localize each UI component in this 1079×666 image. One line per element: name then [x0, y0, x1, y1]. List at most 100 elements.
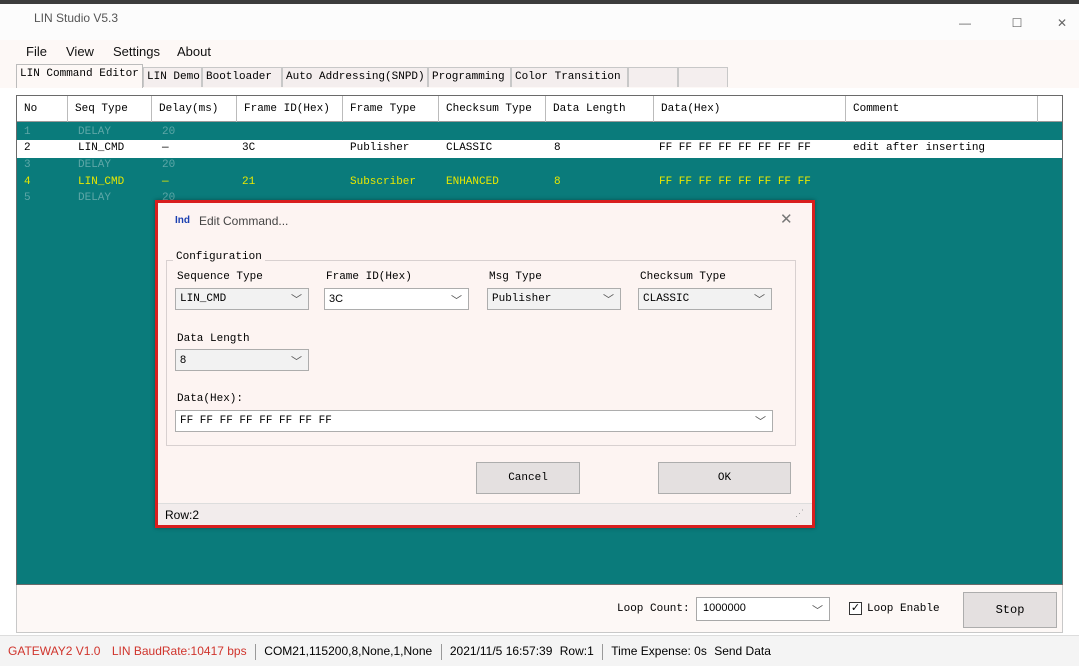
- status-separator: [254, 643, 256, 660]
- col-header-seq-type[interactable]: Seq Type: [68, 96, 152, 122]
- cell-frame-id: 3C: [242, 142, 256, 154]
- status-action: Send Data: [714, 644, 771, 658]
- col-header-checksum-type[interactable]: Checksum Type: [439, 96, 546, 122]
- status-port: COM21,115200,8,None,1,None: [264, 644, 433, 658]
- tab-color-transition[interactable]: Color Transition: [511, 67, 628, 87]
- data-hex-label: Data(Hex):: [177, 393, 244, 405]
- col-header-comment[interactable]: Comment: [846, 96, 1038, 122]
- cell-no: 3: [24, 159, 31, 171]
- cell-seq-type: LIN_CMD: [78, 142, 125, 154]
- cell-delay: —: [162, 142, 169, 154]
- sequence-type-label: Sequence Type: [177, 271, 263, 283]
- frame-id-value: 3C: [329, 293, 344, 305]
- resize-grip-icon[interactable]: ⋰: [795, 508, 804, 519]
- cell-no: 5: [24, 192, 31, 204]
- menu-view[interactable]: View: [66, 44, 94, 59]
- table-row-selected[interactable]: 2 LIN_CMD — 3C Publisher CLASSIC 8 FF FF…: [17, 140, 1062, 158]
- cell-frame-type: Publisher: [350, 142, 410, 154]
- cell-seq-type: DELAY: [78, 159, 112, 171]
- cell-no: 4: [24, 176, 31, 188]
- msg-type-select[interactable]: Publisher ﹀: [487, 288, 621, 310]
- cell-seq-type: DELAY: [78, 126, 112, 138]
- frame-id-combo[interactable]: 3C ﹀: [324, 288, 469, 310]
- stop-button[interactable]: Stop: [963, 592, 1057, 628]
- chevron-down-icon: ﹀: [812, 605, 823, 617]
- cell-checksum-type: ENHANCED: [446, 176, 499, 188]
- table-row[interactable]: 4 LIN_CMD — 21 Subscriber ENHANCED 8 FF …: [17, 174, 1062, 191]
- grid-header: No Seq Type Delay(ms) Frame ID(Hex) Fram…: [17, 96, 1062, 122]
- loop-enable-checkbox[interactable]: ✓: [849, 602, 862, 615]
- dialog-status-bar: Row:2 ⋰: [158, 503, 812, 525]
- cell-frame-id: 21: [242, 176, 256, 188]
- dialog-close-icon[interactable]: ✕: [780, 210, 793, 228]
- status-row: Row:1: [559, 644, 594, 658]
- data-length-select[interactable]: 8 ﹀: [175, 349, 309, 371]
- title-bar: [0, 4, 1079, 40]
- cell-delay: 20: [162, 159, 176, 171]
- status-time-expense: Time Expense: 0s: [611, 644, 707, 658]
- loop-enable-label: Loop Enable: [867, 603, 940, 615]
- chevron-down-icon: ﹀: [603, 295, 614, 307]
- col-header-frame-type[interactable]: Frame Type: [343, 96, 439, 122]
- window-title: LIN Studio V5.3: [34, 11, 119, 25]
- col-header-no[interactable]: No: [17, 96, 68, 122]
- status-bar: GATEWAY2 V1.0 LIN BaudRate:10417 bps COM…: [0, 635, 1079, 666]
- chevron-down-icon: ﹀: [451, 295, 462, 307]
- table-row[interactable]: 3 DELAY 20: [17, 157, 1062, 174]
- loop-count-label: Loop Count:: [617, 603, 690, 615]
- menu-bar: [0, 40, 1079, 62]
- frame-id-label: Frame ID(Hex): [326, 271, 412, 283]
- cell-seq-type: DELAY: [78, 192, 112, 204]
- cell-delay: —: [162, 176, 169, 188]
- chevron-down-icon: ﹀: [291, 295, 302, 307]
- chevron-down-icon: ﹀: [755, 417, 766, 429]
- tab-bootloader[interactable]: Bootloader: [202, 67, 282, 87]
- status-separator: [440, 643, 442, 660]
- cell-frame-type: Subscriber: [350, 176, 417, 188]
- minimize-button[interactable]: —: [945, 8, 985, 38]
- col-header-data-length[interactable]: Data Length: [546, 96, 654, 122]
- tab-lin-demo[interactable]: LIN Demo: [143, 67, 202, 87]
- tab-lin-command-editor[interactable]: LIN Command Editor: [16, 64, 143, 88]
- sequence-type-select[interactable]: LIN_CMD ﹀: [175, 288, 309, 310]
- data-hex-combo[interactable]: FF FF FF FF FF FF FF FF ﹀: [175, 410, 773, 432]
- ok-button[interactable]: OK: [658, 462, 791, 494]
- menu-file[interactable]: File: [26, 44, 47, 59]
- status-baudrate: LIN BaudRate:10417 bps: [111, 644, 247, 658]
- menu-about[interactable]: About: [177, 44, 211, 59]
- menu-settings[interactable]: Settings: [113, 44, 160, 59]
- table-row[interactable]: 1 DELAY 20: [17, 124, 1062, 141]
- col-header-data-hex[interactable]: Data(Hex): [654, 96, 846, 122]
- tab-empty-1: [628, 67, 678, 87]
- status-datetime: 2021/11/5 16:57:39: [449, 644, 553, 658]
- loop-count-dropdown[interactable]: 1000000 ﹀: [696, 597, 830, 621]
- maximize-button[interactable]: ☐: [997, 8, 1037, 38]
- chevron-down-icon: ﹀: [754, 295, 765, 307]
- close-button[interactable]: ✕: [1042, 8, 1079, 38]
- checkmark-icon: ✓: [850, 602, 861, 614]
- cell-data-hex: FF FF FF FF FF FF FF FF: [659, 176, 811, 188]
- cell-data-length: 8: [554, 142, 561, 154]
- loop-count-value: 1000000: [703, 602, 746, 614]
- cell-no: 1: [24, 126, 31, 138]
- col-header-frame-id[interactable]: Frame ID(Hex): [237, 96, 343, 122]
- checksum-type-select[interactable]: CLASSIC ﹀: [638, 288, 772, 310]
- cell-no: 2: [24, 142, 31, 154]
- cell-data-length: 8: [554, 176, 561, 188]
- configuration-group-label: Configuration: [173, 251, 265, 263]
- status-separator: [602, 643, 604, 660]
- tab-auto-addressing[interactable]: Auto Addressing(SNPD): [282, 67, 428, 87]
- col-header-delay[interactable]: Delay(ms): [152, 96, 237, 122]
- msg-type-value: Publisher: [492, 293, 552, 305]
- cancel-button[interactable]: Cancel: [476, 462, 580, 494]
- tab-empty-2: [678, 67, 728, 87]
- cell-seq-type: LIN_CMD: [78, 176, 125, 188]
- chevron-down-icon: ﹀: [291, 356, 302, 368]
- cell-comment: edit after inserting: [853, 142, 986, 154]
- msg-type-label: Msg Type: [489, 271, 542, 283]
- tab-programming[interactable]: Programming: [428, 67, 511, 87]
- data-hex-value: FF FF FF FF FF FF FF FF: [180, 415, 332, 427]
- cell-data-hex: FF FF FF FF FF FF FF FF: [659, 142, 811, 154]
- cell-delay: 20: [162, 126, 176, 138]
- cell-checksum-type: CLASSIC: [446, 142, 493, 154]
